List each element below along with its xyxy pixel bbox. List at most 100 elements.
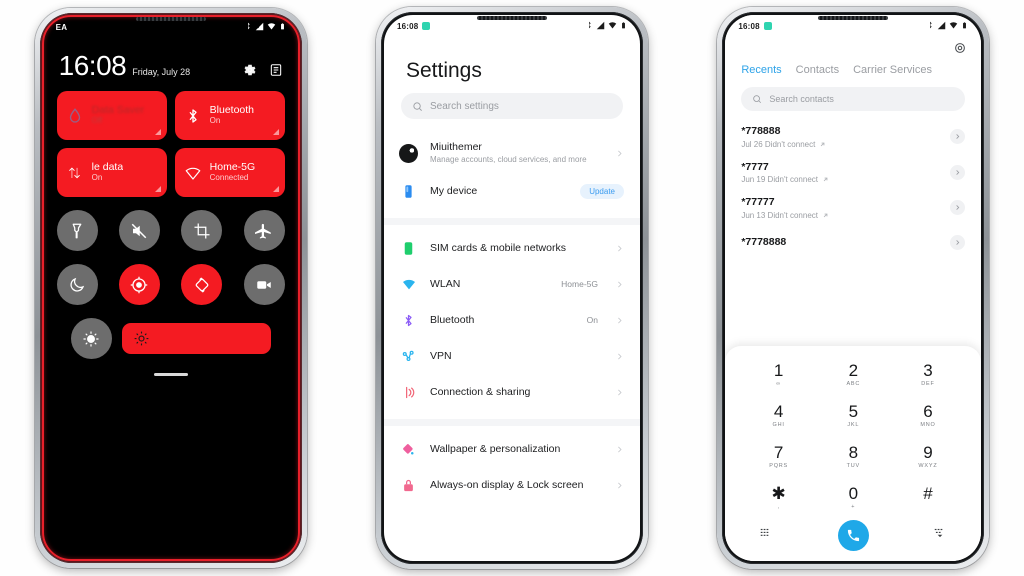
call-details-button[interactable] [950,235,966,251]
dialpad-key-1[interactable]: 1 ∞ [741,356,816,393]
search-settings-input[interactable]: Search settings [400,93,623,119]
settings-row-vpn[interactable]: VPN [384,338,640,374]
dialpad-key-5[interactable]: 5 JKL [816,397,891,434]
chevron-right-icon [618,389,622,396]
settings-row-always-on-lock[interactable]: Always-on display & Lock screen [384,467,640,503]
drag-handle[interactable] [153,373,188,376]
key-digit: 8 [848,442,859,462]
settings-row-wlan[interactable]: WLAN Home-5G [384,266,640,302]
dialpad-key-star[interactable]: ✱ , [741,479,816,516]
toggle-silent[interactable] [118,210,160,251]
tile-expand-corner-icon[interactable] [154,129,161,135]
settings-row-miuithemer[interactable]: Miuithemer Manage accounts, cloud servic… [384,133,640,173]
tile-expand-corner-icon[interactable] [272,186,279,192]
search-contacts-input[interactable]: Search contacts [741,87,966,111]
call-button[interactable] [837,520,869,551]
three-phone-mockup: EA 16:08 Friday, July 28 Data Saver Off … [0,0,1024,576]
dialpad-actions [741,516,965,551]
tile-mobile-data[interactable]: le data On [56,148,167,197]
toggle-airplane[interactable] [243,210,285,251]
row-title: Wallpaper & personalization [429,442,561,455]
row-subtitle: Manage accounts, cloud services, and mor… [429,155,587,165]
toggle-auto-rotate[interactable] [181,264,223,305]
call-log-row[interactable]: *7777 Jun 19 Didn't connect [725,155,981,191]
recent-calls-list: *778888 Jul 26 Didn't connect *7777 Jun … [725,111,981,260]
wifi-icon [949,21,958,32]
tile-wifi[interactable]: Home-5G Connected [174,148,285,197]
tile-title: le data [91,161,124,174]
key-digit: 9 [923,442,933,462]
signal-icon [937,21,946,32]
search-icon [413,101,422,111]
dialpad-key-2[interactable]: 2 ABC [816,356,891,393]
water-drop-icon [66,107,84,125]
settings-row-my-device[interactable]: My device Update [384,173,640,209]
hide-keypad-icon[interactable] [933,526,947,545]
dialpad-key-3[interactable]: 3 DEF [891,356,966,393]
tile-data-saver[interactable]: Data Saver Off [56,91,167,140]
toggle-flashlight[interactable] [56,210,98,251]
tab-contacts[interactable]: Contacts [796,64,839,78]
phone3-screen: 16:08 Recents Contacts Carrier Services … [725,15,982,561]
dialpad-key-9[interactable]: 9 WXYZ [891,438,966,475]
outgoing-call-arrow-icon [823,177,828,182]
dialpad-key-6[interactable]: 6 MNO [891,397,966,434]
tab-recents[interactable]: Recents [741,64,781,78]
call-log-list-icon[interactable] [759,526,773,545]
chevron-right-icon [618,317,622,324]
settings-row-connection-sharing[interactable]: Connection & sharing [384,374,640,410]
mobile-data-arrows-icon [66,164,84,182]
toggle-rings [43,197,299,359]
toggle-screenshot[interactable] [181,210,223,251]
settings-app: 16:08 Settings Search settings Miuitheme… [383,15,640,561]
tab-carrier-services[interactable]: Carrier Services [853,64,932,78]
settings-group-connectivity: SIM cards & mobile networks WLAN Home-5G [384,228,640,416]
settings-row-sim-cards[interactable]: SIM cards & mobile networks [384,230,640,266]
call-log-row[interactable]: *77777 Jun 13 Didn't connect [725,190,981,226]
dialpad-key-4[interactable]: 4 GHI [741,397,816,434]
toggle-auto-brightness[interactable] [70,318,112,359]
chevron-right-icon [618,446,622,453]
clock-row: 16:08 Friday, July 28 [43,38,299,80]
dialpad-key-hash[interactable]: # [891,479,966,516]
call-number: *7777 [741,160,769,173]
call-details-button[interactable] [950,164,966,180]
call-details-button[interactable] [950,200,966,216]
dialer-app: 16:08 Recents Contacts Carrier Services … [725,15,982,561]
control-center: EA 16:08 Friday, July 28 Data Saver Off … [42,16,299,560]
tile-expand-corner-icon[interactable] [154,186,161,192]
earpiece-speaker [476,16,547,20]
call-log-row[interactable]: *778888 Jul 26 Didn't connect [725,119,981,155]
tile-expand-corner-icon[interactable] [272,129,279,135]
row-value: Home-5G [561,279,598,290]
chevron-right-icon [956,240,960,246]
notification-list-icon[interactable] [269,63,283,77]
phone-dialer: 16:08 Recents Contacts Carrier Services … [717,7,990,569]
row-title: Bluetooth [429,313,475,326]
key-letters: WXYZ [918,462,938,469]
auto-rotate-icon [195,277,209,292]
dialer-settings-gear-icon[interactable] [953,41,967,60]
call-details-button[interactable] [950,129,966,145]
clock-date: Friday, July 28 [132,67,191,77]
dialpad-key-7[interactable]: 7 PQRS [741,438,816,475]
brightness-slider[interactable] [121,323,271,354]
toggle-screen-recorder[interactable] [243,264,285,305]
tile-title: Bluetooth [209,104,255,117]
key-letters: ∞ [776,380,781,387]
settings-gear-icon[interactable] [243,63,257,77]
key-letters: , [777,503,780,510]
location-icon [131,276,148,293]
key-letters: GHI [772,421,785,428]
toggle-dark-mode[interactable] [56,264,98,305]
update-badge[interactable]: Update [580,183,624,199]
toggle-location[interactable] [118,264,160,305]
settings-row-wallpaper[interactable]: Wallpaper & personalization [384,431,640,467]
dialpad-key-8[interactable]: 8 TUV [816,438,891,475]
tile-bluetooth[interactable]: Bluetooth On [174,91,285,140]
call-log-row[interactable]: *7778888 [725,226,981,260]
settings-row-bluetooth[interactable]: Bluetooth On [384,302,640,338]
tile-subtitle: On [209,116,221,126]
dialpad-key-0[interactable]: 0 + [816,479,891,516]
tile-subtitle: Off [91,116,103,126]
